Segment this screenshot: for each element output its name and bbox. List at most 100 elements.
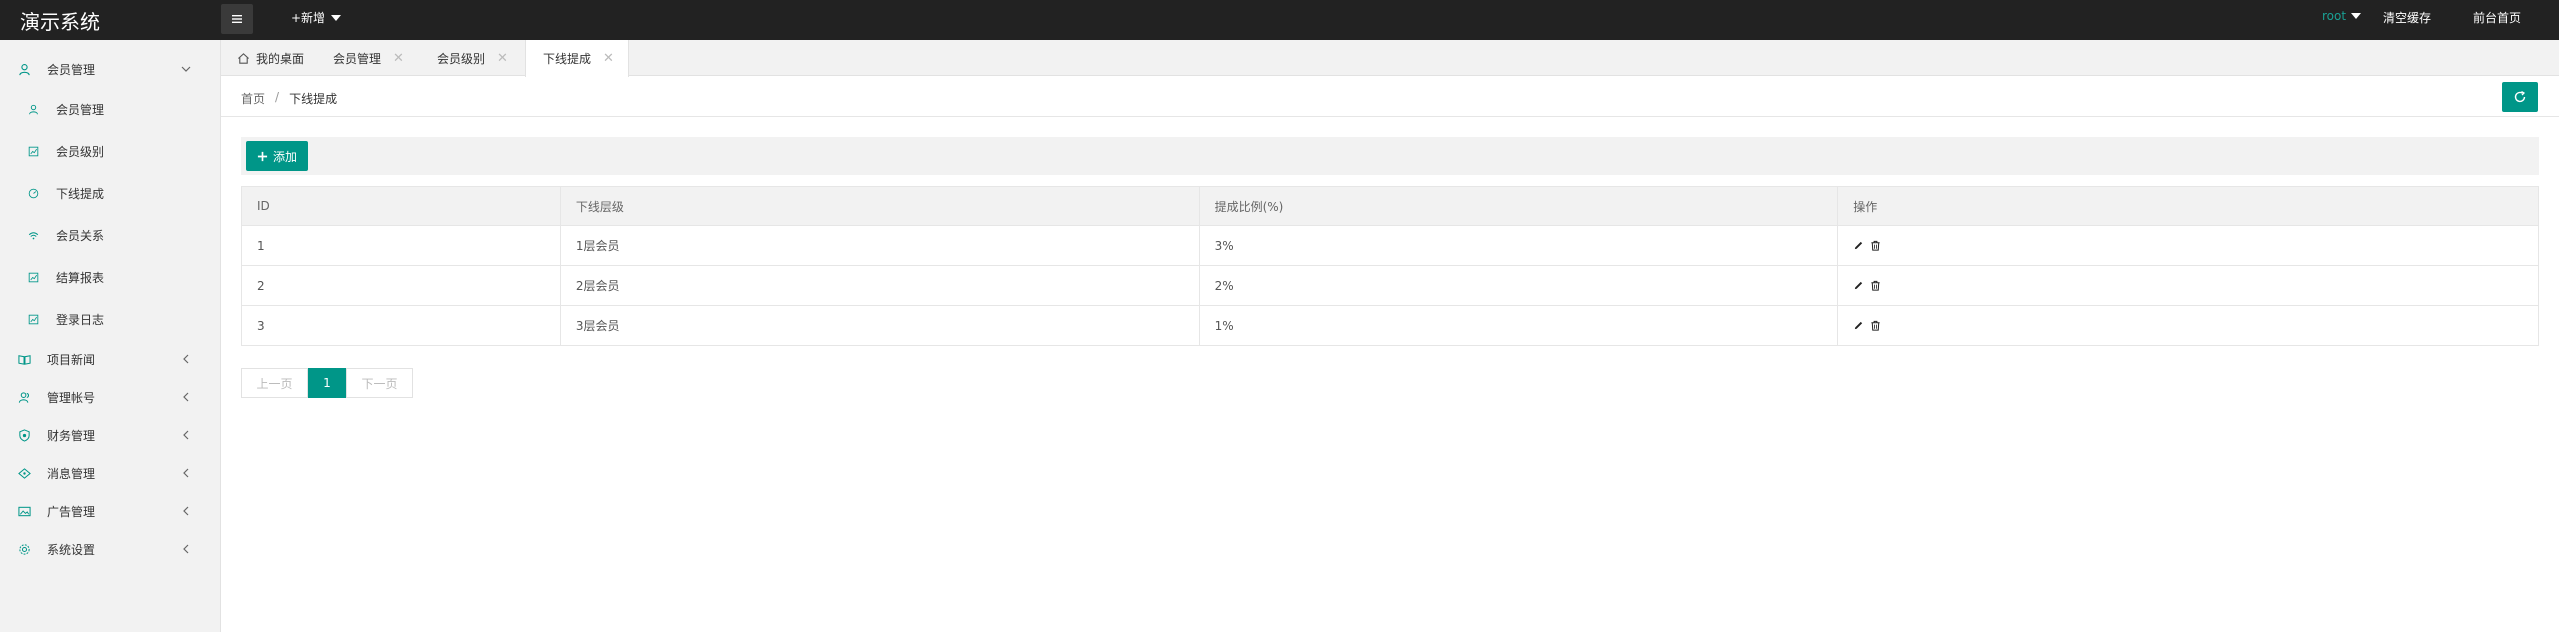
sidebar-group-admin-accounts[interactable]: 管理帐号 (0, 378, 221, 416)
table-toolbar: 添加 (241, 137, 2539, 175)
cell-actions (1837, 225, 2539, 266)
sidebar-group-label: 系统设置 (47, 542, 96, 557)
cell-actions (1837, 305, 2539, 346)
new-label: +新增 (291, 11, 326, 25)
trash-icon[interactable] (1870, 280, 1881, 291)
menu-toggle-button[interactable] (221, 4, 253, 34)
sidebar-item-label: 登录日志 (56, 312, 105, 327)
breadcrumb: 首页 / 下线提成 (241, 90, 337, 107)
page-1-button[interactable]: 1 (308, 368, 346, 398)
chevron-left-icon (183, 544, 189, 554)
sidebar-item-commission[interactable]: 下线提成 (0, 174, 221, 212)
image-icon (18, 505, 31, 518)
home-icon (238, 52, 249, 64)
sidebar-item-label: 结算报表 (56, 270, 105, 285)
cell-ratio: 2% (1198, 265, 1839, 306)
chevron-down-icon (181, 66, 191, 72)
trash-icon[interactable] (1870, 240, 1881, 251)
chevron-left-icon (183, 392, 189, 402)
tab-member-level[interactable]: 会员级别 ✕ (437, 40, 508, 76)
list-icon (232, 15, 242, 23)
message-icon (18, 467, 31, 480)
sidebar: 会员管理 会员管理 会员级别 下线提成 会员关系 结算报表 登录日志 项目新闻 … (0, 40, 221, 632)
breadcrumb-home[interactable]: 首页 (241, 90, 265, 107)
close-icon[interactable]: ✕ (393, 51, 404, 66)
chevron-left-icon (183, 468, 189, 478)
wifi-icon (28, 230, 39, 241)
prev-page-button[interactable]: 上一页 (241, 368, 308, 398)
gauge-icon (28, 188, 39, 199)
sidebar-item-member-relation[interactable]: 会员关系 (0, 216, 221, 254)
caret-down-icon (2351, 13, 2362, 19)
tab-member-manage[interactable]: 会员管理 ✕ (333, 40, 404, 76)
sidebar-group-finance[interactable]: 财务管理 (0, 416, 221, 454)
edit-icon[interactable] (1853, 240, 1864, 251)
sidebar-group-label: 广告管理 (47, 504, 96, 519)
refresh-icon (2514, 90, 2526, 103)
sidebar-item-login-log[interactable]: 登录日志 (0, 300, 221, 338)
clear-cache-link[interactable]: 清空缓存 (2383, 9, 2431, 26)
add-button-label: 添加 (272, 149, 297, 164)
tab-label: 会员级别 (437, 51, 486, 66)
chart-icon (28, 314, 39, 325)
sidebar-item-label: 会员级别 (56, 144, 105, 159)
sidebar-item-member-level[interactable]: 会员级别 (0, 132, 221, 170)
app-title: 演示系统 (20, 10, 100, 34)
plus-icon (257, 151, 268, 161)
column-header: ID (241, 186, 561, 226)
chart-icon (28, 272, 39, 283)
shield-icon (18, 428, 31, 442)
sidebar-group-settings[interactable]: 系统设置 (0, 530, 221, 568)
user-icon (28, 104, 39, 115)
cell-ratio: 1% (1198, 305, 1839, 346)
table-header-row: ID 下线层级 提成比例(%) 操作 (241, 186, 2539, 226)
add-button[interactable]: 添加 (246, 141, 308, 171)
cell-ratio: 3% (1198, 225, 1839, 266)
book-icon (18, 353, 31, 366)
cell-level: 1层会员 (559, 225, 1200, 266)
tab-label: 会员管理 (333, 51, 382, 66)
username: root (2322, 9, 2347, 23)
sidebar-group-label: 项目新闻 (47, 352, 96, 367)
sidebar-group-messages[interactable]: 消息管理 (0, 454, 221, 492)
column-header: 操作 (1837, 186, 2539, 226)
pagination: 上一页 1 下一页 (241, 368, 413, 398)
breadcrumb-bar: 首页 / 下线提成 (221, 77, 2559, 117)
trash-icon[interactable] (1870, 320, 1881, 331)
edit-icon[interactable] (1853, 320, 1864, 331)
table-row: 3 3层会员 1% (241, 305, 2539, 346)
tab-commission[interactable]: 下线提成 ✕ (525, 40, 629, 77)
tab-label: 我的桌面 (256, 51, 305, 66)
sidebar-item-label: 会员管理 (56, 102, 105, 117)
close-icon[interactable]: ✕ (497, 51, 508, 66)
tab-label: 下线提成 (543, 52, 592, 66)
edit-icon[interactable] (1853, 280, 1864, 291)
table-row: 1 1层会员 3% (241, 225, 2539, 266)
sidebar-group-label: 财务管理 (47, 428, 96, 443)
sidebar-item-settlement-report[interactable]: 结算报表 (0, 258, 221, 296)
user-icon (18, 63, 31, 76)
cell-actions (1837, 265, 2539, 306)
tab-bar: 我的桌面 会员管理 ✕ 会员级别 ✕ 下线提成 ✕ (221, 40, 2559, 77)
sidebar-group-label: 会员管理 (47, 62, 96, 77)
refresh-button[interactable] (2502, 82, 2538, 112)
sidebar-item-label: 会员关系 (56, 228, 105, 243)
next-page-button[interactable]: 下一页 (346, 368, 413, 398)
user-menu[interactable]: root (2322, 9, 2362, 23)
column-header: 下线层级 (559, 186, 1200, 226)
sidebar-item-member-manage[interactable]: 会员管理 (0, 90, 221, 128)
sidebar-group-members[interactable]: 会员管理 (0, 50, 221, 88)
sidebar-group-label: 管理帐号 (47, 390, 96, 405)
cell-level: 3层会员 (559, 305, 1200, 346)
sidebar-group-ads[interactable]: 广告管理 (0, 492, 221, 530)
new-dropdown[interactable]: +新增 (291, 9, 342, 26)
sidebar-group-news[interactable]: 项目新闻 (0, 340, 221, 378)
close-icon[interactable]: ✕ (603, 51, 614, 66)
chevron-left-icon (183, 354, 189, 364)
frontend-home-link[interactable]: 前台首页 (2473, 9, 2521, 26)
chart-icon (28, 146, 39, 157)
breadcrumb-separator: / (275, 90, 280, 104)
tab-my-desktop[interactable]: 我的桌面 (237, 40, 304, 76)
breadcrumb-current: 下线提成 (289, 92, 338, 106)
commission-table: ID 下线层级 提成比例(%) 操作 1 1层会员 3% 2 2层会员 2% 3… (241, 186, 2539, 346)
